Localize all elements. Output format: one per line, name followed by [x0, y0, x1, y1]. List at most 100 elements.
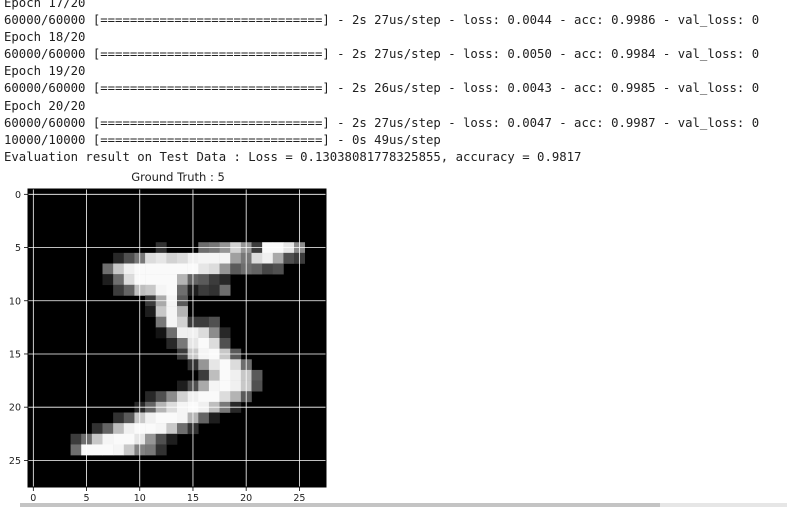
image-pixel — [177, 380, 188, 392]
console-line: Evaluation result on Test Data : Loss = … — [4, 149, 582, 164]
image-pixel — [177, 263, 188, 275]
console-line: Epoch 18/20 — [4, 30, 86, 45]
image-pixel — [123, 412, 135, 424]
y-tick-label: 25 — [9, 456, 21, 467]
image-pixel — [272, 252, 284, 264]
image-pixel — [177, 423, 188, 435]
image-pixel — [177, 316, 188, 328]
image-pixel — [177, 327, 188, 339]
image-pixel — [102, 444, 114, 456]
image-pixel — [145, 433, 157, 445]
image-pixel — [145, 274, 157, 286]
image-pixel — [208, 380, 220, 392]
image-pixel — [166, 284, 178, 296]
image-pixel — [102, 433, 114, 445]
image-pixel — [113, 284, 125, 296]
image-pixel — [102, 423, 114, 435]
image-pixel — [155, 423, 167, 435]
image-pixel — [219, 284, 231, 296]
image-pixel — [198, 359, 210, 371]
image-pixel — [198, 412, 210, 424]
console-line: 60000/60000 [===========================… — [4, 47, 760, 62]
image-pixel — [198, 391, 210, 403]
y-tick-label: 5 — [15, 243, 21, 254]
image-pixel — [198, 284, 210, 296]
image-pixel — [123, 433, 135, 445]
image-pixel — [113, 444, 125, 456]
image-pixel — [166, 423, 178, 435]
image-pixel — [145, 412, 157, 424]
x-axis: 0 5 10 15 20 25 — [30, 487, 305, 504]
scrollbar-thumb[interactable] — [20, 503, 660, 507]
horizontal-scrollbar[interactable] — [20, 503, 787, 507]
image-pixel — [155, 306, 167, 318]
image-pixel — [145, 306, 157, 318]
console-line: Epoch 20/20 — [4, 98, 86, 113]
image-pixel — [219, 380, 231, 392]
image-pixel — [166, 412, 178, 424]
image-pixel — [198, 316, 210, 328]
y-axis: 0 5 10 15 20 25 — [9, 190, 28, 467]
image-pixel — [123, 263, 135, 275]
image-figure: Ground Truth : 5 0 5 10 15 20 25 0 5 10 15 20 25 — [0, 168, 335, 508]
image-pixel — [145, 423, 157, 435]
image-pixel — [177, 338, 188, 349]
image-pixel — [113, 263, 125, 275]
console-line: 60000/60000 [===========================… — [4, 81, 760, 96]
image-pixel — [262, 263, 274, 275]
image-pixel — [230, 263, 242, 275]
image-pixel — [198, 274, 210, 286]
image-pixel — [155, 327, 167, 339]
image-pixel — [123, 423, 135, 435]
image-pixel — [208, 274, 220, 286]
image-pixel — [166, 391, 178, 403]
image-pixel — [166, 316, 178, 328]
image-pixel — [251, 380, 263, 392]
y-tick-label: 20 — [9, 403, 21, 414]
image-pixel — [272, 263, 284, 275]
image-pixel — [198, 369, 210, 381]
y-tick-label: 15 — [9, 349, 21, 360]
image-pixel — [208, 263, 220, 275]
image-pixel — [91, 433, 103, 445]
image-pixel — [219, 338, 231, 349]
image-pixel — [219, 252, 231, 264]
image-pixel — [219, 369, 231, 381]
image-pixel — [155, 252, 167, 264]
image-pixel — [177, 252, 188, 264]
image-pixel — [166, 338, 178, 349]
image-pixel — [230, 359, 242, 371]
image-pixel — [251, 252, 263, 264]
console-line: Epoch 19/20 — [4, 64, 86, 79]
image-pixel — [177, 306, 188, 318]
image-pixel — [166, 327, 178, 339]
image-pixel — [208, 252, 220, 264]
image-pixel — [177, 412, 188, 424]
image-pixel — [230, 380, 242, 392]
image-pixel — [123, 274, 135, 286]
figure-title: Ground Truth : 5 — [131, 170, 225, 184]
image-pixel — [198, 252, 210, 264]
image-pixel — [145, 391, 157, 403]
image-pixel — [113, 423, 125, 435]
image-pixel — [283, 252, 295, 264]
image-pixel — [113, 412, 125, 424]
image-pixel — [70, 433, 82, 445]
image-pixel — [113, 252, 125, 264]
image-pixel — [219, 359, 231, 371]
image-pixel — [219, 391, 231, 403]
image-pixel — [155, 391, 167, 403]
image-pixel — [198, 380, 210, 392]
image-pixel — [166, 274, 178, 286]
image-pixel — [230, 252, 242, 264]
image-pixel — [155, 444, 167, 456]
image-pixel — [198, 263, 210, 275]
console-line: 60000/60000 [===========================… — [4, 13, 760, 28]
image-pixel — [102, 274, 114, 286]
image-pixel — [145, 252, 157, 264]
image-pixel — [123, 252, 135, 264]
image-pixel — [145, 444, 157, 456]
image-pixel — [208, 412, 220, 424]
image-pixel — [123, 444, 135, 456]
image-pixel — [166, 252, 178, 264]
